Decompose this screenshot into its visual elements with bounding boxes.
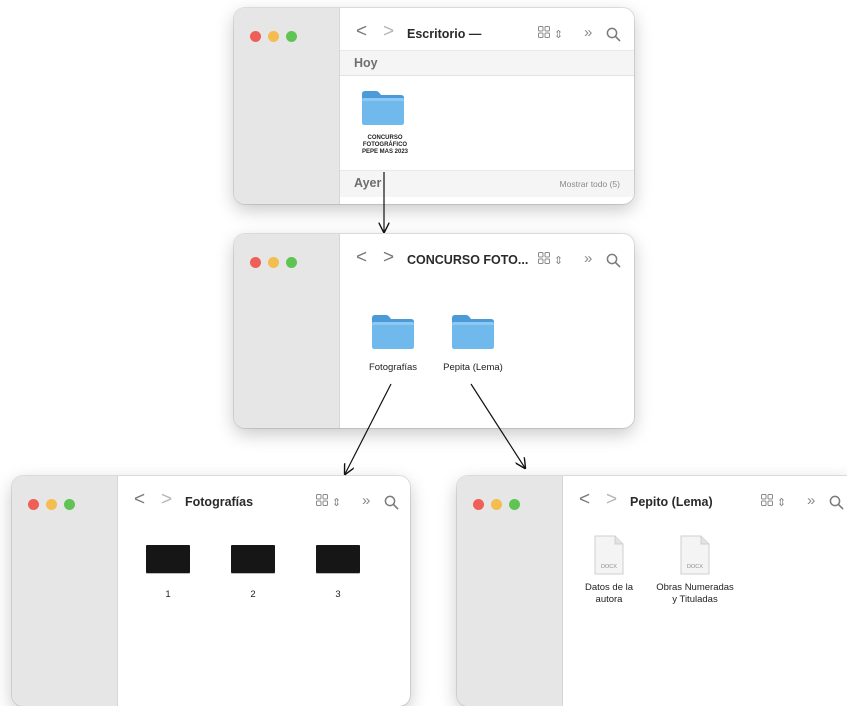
folder-label: Fotografías [368, 362, 418, 373]
grid-view-icon [316, 494, 328, 506]
chevron-right-icon[interactable]: > [383, 248, 394, 267]
toolbar: < > Fotografías ⇕ » [118, 476, 410, 522]
section-label: Hoy [354, 56, 378, 70]
sidebar [457, 476, 563, 706]
toolbar: < > Pepito (Lema) ⇕ » [563, 476, 847, 522]
zoom-button[interactable] [286, 31, 297, 42]
double-chevron-icon[interactable]: » [362, 493, 370, 508]
traffic-lights [250, 257, 297, 268]
view-options-button[interactable]: ⇕ [761, 494, 786, 509]
image-label: 2 [250, 589, 256, 600]
search-icon[interactable] [829, 495, 844, 510]
search-icon[interactable] [606, 253, 621, 268]
folder-icon[interactable] [360, 88, 406, 126]
view-options-button[interactable]: ⇕ [538, 252, 563, 267]
view-options-button[interactable]: ⇕ [538, 26, 563, 41]
chevron-left-icon[interactable]: < [356, 248, 367, 267]
window-title: Escritorio — [407, 27, 482, 41]
image-thumbnail[interactable] [231, 545, 275, 573]
traffic-lights [250, 31, 297, 42]
close-button[interactable] [250, 31, 261, 42]
double-chevron-icon[interactable]: » [584, 251, 592, 266]
docx-file-icon[interactable]: DOCX [593, 534, 625, 576]
minimize-button[interactable] [46, 499, 57, 510]
double-chevron-icon[interactable]: » [584, 25, 592, 40]
finder-window-escritorio: < > Escritorio — ⇕ » Hoy CONCURSO FOTOGR… [234, 8, 634, 204]
sidebar [12, 476, 118, 706]
chevron-left-icon[interactable]: < [356, 22, 367, 41]
minimize-button[interactable] [491, 499, 502, 510]
minimize-button[interactable] [268, 257, 279, 268]
file-ext-label: DOCX [601, 564, 617, 570]
zoom-button[interactable] [64, 499, 75, 510]
grid-view-icon [761, 494, 773, 506]
section-ayer: Ayer Mostrar todo (5) [340, 170, 634, 197]
finder-window-pepito: < > Pepito (Lema) ⇕ » DOCX Datos de la a… [457, 476, 847, 706]
folder-label: CONCURSO FOTOGRÁFICO PEPE MAS 2023 [361, 135, 409, 155]
image-thumbnail[interactable] [146, 545, 190, 573]
traffic-lights [28, 499, 75, 510]
toolbar: < > Escritorio — ⇕ » [340, 8, 634, 54]
chevron-right-icon[interactable]: > [161, 490, 172, 509]
folder-icon[interactable] [450, 312, 496, 350]
file-label: Obras Numeradas y Tituladas [656, 582, 734, 605]
image-label: 1 [165, 589, 171, 600]
image-label: 3 [335, 589, 341, 600]
image-thumbnail[interactable] [316, 545, 360, 573]
traffic-lights [473, 499, 520, 510]
file-ext-label: DOCX [687, 564, 703, 570]
grid-view-icon [538, 252, 550, 264]
zoom-button[interactable] [509, 499, 520, 510]
window-title: Pepito (Lema) [630, 495, 713, 509]
show-all-link[interactable]: Mostrar todo (5) [560, 179, 620, 189]
double-chevron-icon[interactable]: » [807, 493, 815, 508]
section-hoy: Hoy [340, 50, 634, 76]
close-button[interactable] [250, 257, 261, 268]
zoom-button[interactable] [286, 257, 297, 268]
window-title: Fotografías [185, 495, 254, 509]
chevron-right-icon[interactable]: > [606, 490, 617, 509]
section-label: Ayer [354, 176, 382, 190]
chevron-left-icon[interactable]: < [579, 490, 590, 509]
file-label: Datos de la autora [584, 582, 634, 605]
toolbar: < > CONCURSO FOTO... ⇕ » [340, 234, 634, 280]
minimize-button[interactable] [268, 31, 279, 42]
folder-label: Pepita (Lema) [443, 362, 503, 373]
chevron-right-icon[interactable]: > [383, 22, 394, 41]
docx-file-icon[interactable]: DOCX [679, 534, 711, 576]
close-button[interactable] [473, 499, 484, 510]
view-options-button[interactable]: ⇕ [316, 494, 341, 509]
grid-view-icon [538, 26, 550, 38]
chevron-left-icon[interactable]: < [134, 490, 145, 509]
close-button[interactable] [28, 499, 39, 510]
search-icon[interactable] [606, 27, 621, 42]
finder-window-fotografias: < > Fotografías ⇕ » 1 2 3 [12, 476, 410, 706]
folder-icon[interactable] [370, 312, 416, 350]
finder-window-concurso: < > CONCURSO FOTO... ⇕ » Fotografías Pep… [234, 234, 634, 428]
window-title: CONCURSO FOTO... [407, 253, 529, 267]
search-icon[interactable] [384, 495, 399, 510]
